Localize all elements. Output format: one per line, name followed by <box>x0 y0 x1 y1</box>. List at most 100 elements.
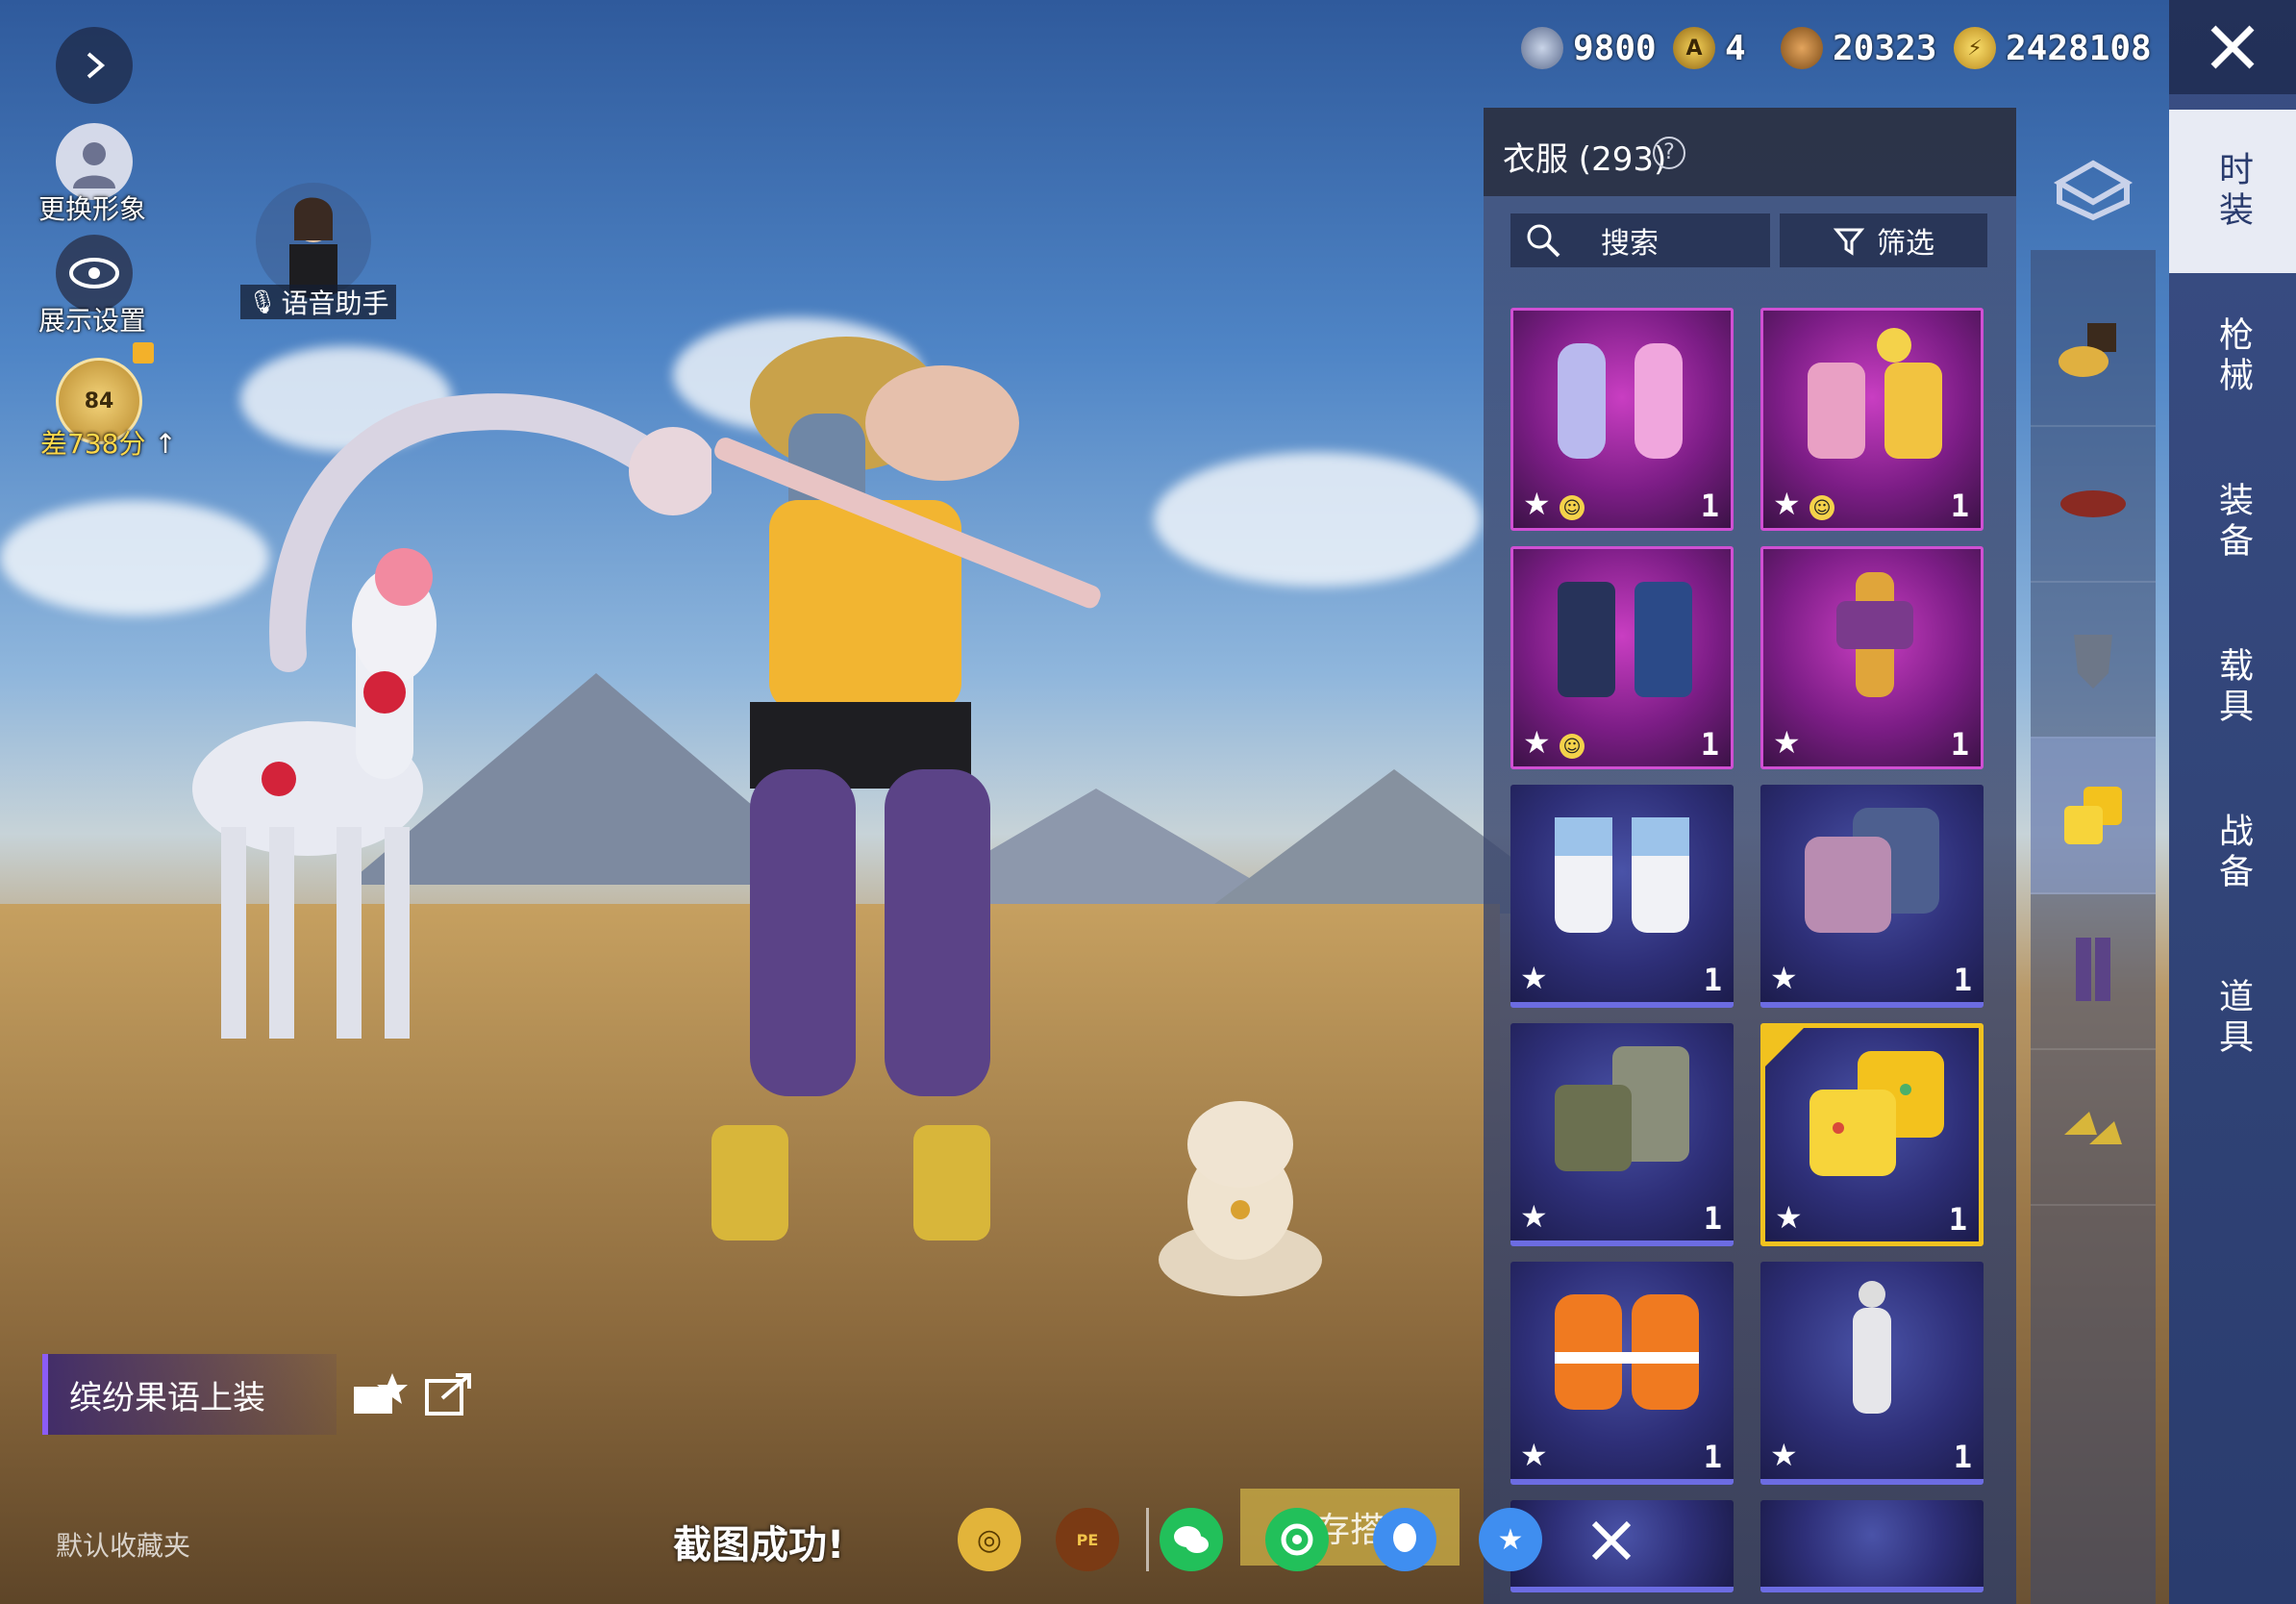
star-icon: ★ <box>1523 486 1551 522</box>
emote-icon: ☺ <box>1560 734 1585 759</box>
currency-value: 20323 <box>1833 28 1937 68</box>
tab-battle-prep[interactable]: 战备 <box>2169 771 2296 935</box>
star-icon: ★ <box>1770 960 1798 996</box>
category-pants[interactable] <box>2031 892 2156 1050</box>
gift-icon <box>133 342 154 363</box>
voice-assistant-portrait[interactable] <box>256 183 371 298</box>
display-settings-label: 展示设置 <box>38 305 147 337</box>
outfit-card[interactable]: ★ ☺ 1 <box>1760 308 1984 531</box>
avatar-silhouette-icon <box>73 142 115 188</box>
orange-hood-outfit-icon <box>1555 1294 1699 1410</box>
tab-fashion[interactable]: 时装 <box>2169 110 2296 273</box>
close-button[interactable] <box>2169 0 2296 94</box>
white-overalls-outfit-icon <box>1555 817 1689 933</box>
star-icon: ★ <box>1523 724 1551 761</box>
star-icon: ★ <box>1520 1198 1548 1235</box>
wardrobe-header: 衣服 (293) ? <box>1484 108 2016 196</box>
help-icon[interactable]: ? <box>1653 137 1685 169</box>
tab-label: 装备 <box>2213 482 2253 563</box>
tab-equipment[interactable]: 装备 <box>2169 440 2296 604</box>
mecha-suit-outfit-icon <box>1836 572 1913 697</box>
qzone-icon[interactable]: ★ <box>1479 1508 1542 1571</box>
category-mask[interactable] <box>2031 581 2156 739</box>
tab-label: 载具 <box>2213 647 2253 728</box>
wardrobe-panel: 衣服 (293) ? 搜索 筛选 ★ ☺ 1 ★ ☺ 1 ★ ☺ 1 ★ 1 ★ 1 … <box>1484 108 2016 1604</box>
player-character <box>711 337 1101 1241</box>
currency-silver[interactable]: 9800 <box>1521 21 1657 75</box>
currency-value: 9800 <box>1573 28 1657 68</box>
star-icon: ★ <box>1770 1437 1798 1473</box>
share-divider <box>1146 1508 1149 1571</box>
category-shoes[interactable] <box>2031 1048 2156 1206</box>
microphone-icon: 🎙 <box>248 288 278 315</box>
emote-icon: ☺ <box>1809 495 1834 520</box>
wardrobe-title: 衣服 (293) <box>1503 140 1667 179</box>
rank-gap-label: 差738分 ↑ <box>40 428 177 460</box>
close-share-icon[interactable] <box>1585 1514 1638 1567</box>
category-belt[interactable] <box>2031 425 2156 583</box>
clown-costume-outfit-icon <box>1808 328 1942 459</box>
item-count: 1 <box>1948 1201 1967 1238</box>
item-count: 1 <box>1950 726 1969 763</box>
outfit-card-selected[interactable]: ★ 1 <box>1760 1023 1984 1246</box>
category-shirt[interactable] <box>2031 737 2156 894</box>
gold-medal-icon: A <box>1673 27 1715 69</box>
outfit-card[interactable]: ★ 1 <box>1510 1023 1734 1246</box>
tab-label: 道具 <box>2213 978 2253 1059</box>
tab-weapons[interactable]: 枪械 <box>2169 275 2296 439</box>
tab-vehicles[interactable]: 载具 <box>2169 606 2296 769</box>
currency-value: 4 <box>1725 28 1746 68</box>
star-icon: ★ <box>1520 1437 1548 1473</box>
filter-label: 筛选 <box>1877 227 1934 261</box>
lavender-bodysuit-outfit-icon <box>1558 343 1683 459</box>
currency-bp[interactable]: 20323 <box>1781 21 1936 75</box>
wechat-icon[interactable] <box>1160 1508 1223 1571</box>
filter-button[interactable]: 筛选 <box>1780 213 1987 267</box>
item-count: 1 <box>1703 1200 1722 1237</box>
moments-icon[interactable] <box>1265 1508 1329 1571</box>
pants-category-icon <box>2076 938 2110 1001</box>
share-outfit-icon[interactable] <box>423 1369 475 1417</box>
outfit-card[interactable]: ★ 1 <box>1760 546 1984 769</box>
chevron-right-icon <box>87 52 106 79</box>
peace-elite-app-icon[interactable]: PE <box>1056 1508 1119 1571</box>
outfit-card[interactable]: ★ 1 <box>1510 1262 1734 1485</box>
tab-items[interactable]: 道具 <box>2169 937 2296 1100</box>
expand-menu-button[interactable] <box>56 27 133 104</box>
category-hat[interactable] <box>2031 269 2156 427</box>
fruit-shirt-outfit-icon <box>1809 1051 1944 1176</box>
currency-energy[interactable]: ⚡ 2428108 <box>1954 21 2152 75</box>
voice-assistant-button[interactable]: 🎙 语音助手 <box>240 285 397 319</box>
share-friend-icon[interactable]: ◎ <box>958 1508 1021 1571</box>
qq-icon[interactable] <box>1373 1508 1436 1571</box>
tab-label: 枪械 <box>2213 316 2253 397</box>
currency-medal[interactable]: A 4 <box>1673 21 1746 75</box>
pet-companion <box>1159 1101 1322 1296</box>
star-icon: ★ <box>1773 724 1801 761</box>
bp-coin-icon <box>1781 27 1823 69</box>
close-icon <box>2210 25 2255 69</box>
assistant-girl-avatar <box>289 197 337 298</box>
outfit-card[interactable]: ★ 1 <box>1760 785 1984 1008</box>
item-count: 1 <box>1700 488 1719 524</box>
outfit-card[interactable]: ★ ☺ 1 <box>1510 546 1734 769</box>
voice-assistant-label: 语音助手 <box>281 288 389 319</box>
outfit-card[interactable]: ★ 1 <box>1760 1262 1984 1485</box>
star-icon: ★ <box>1773 486 1801 522</box>
default-favorites-folder[interactable]: 默认收藏夹 <box>56 1525 190 1564</box>
wardrobe-3d-icon[interactable] <box>2031 135 2156 240</box>
emote-icon: ☺ <box>1560 495 1585 520</box>
green-scarf-vest-outfit-icon <box>1555 1046 1689 1171</box>
outfit-card[interactable]: ★ ☺ 1 <box>1510 308 1734 531</box>
outfit-card[interactable]: ★ 1 <box>1510 785 1734 1008</box>
energy-coin-icon: ⚡ <box>1954 27 1996 69</box>
search-icon <box>1527 224 1560 258</box>
screenshot-success-message: 截图成功! <box>673 1523 845 1567</box>
white-bodysuit-outfit-icon <box>1853 1281 1891 1414</box>
search-button[interactable]: 搜索 <box>1510 213 1770 267</box>
outfit-card-partial[interactable] <box>1760 1500 1984 1592</box>
favorite-outfit-icon[interactable] <box>350 1369 408 1417</box>
tab-label: 战备 <box>2213 813 2253 893</box>
star-icon: ★ <box>1775 1199 1803 1236</box>
mask-category-icon <box>2074 635 2112 689</box>
